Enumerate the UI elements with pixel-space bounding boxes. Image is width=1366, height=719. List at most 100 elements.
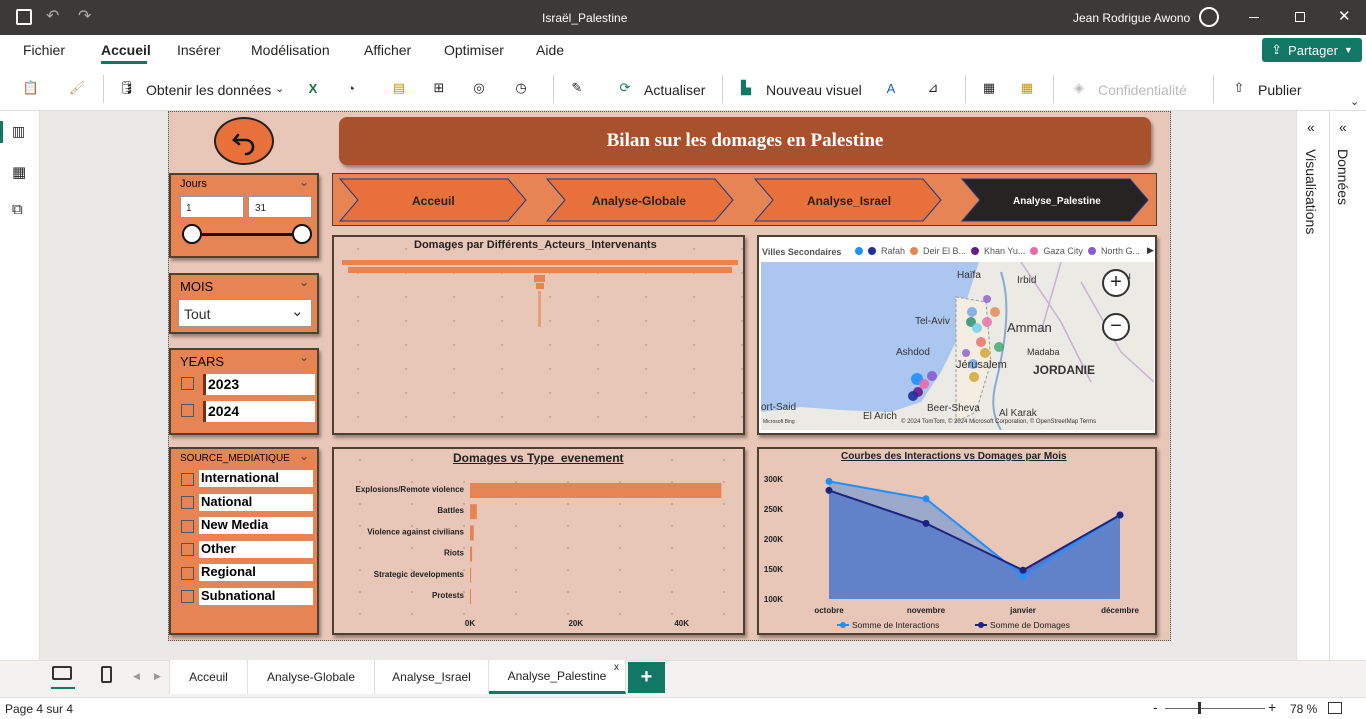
menu-accueil[interactable]: Accueil [101,42,151,58]
series-point[interactable] [1019,566,1027,574]
enter-data-icon[interactable]: ⊞ [428,77,450,99]
tab-acceuil[interactable]: Acceuil [169,660,248,694]
chevron-down-icon[interactable]: ⌄ [299,350,309,364]
event-bar[interactable] [470,546,473,562]
chevron-down-icon[interactable]: ⌄ [299,175,309,189]
series-point[interactable] [825,486,833,494]
nav-analyse-globale[interactable]: Analyse-Globale [592,194,686,208]
acteur-bar-1[interactable] [342,260,738,265]
legend-label-khan[interactable]: Khan Yu... [984,246,1025,256]
model-view-icon[interactable]: ⧉ [12,201,23,218]
report-view-icon[interactable]: ▥ [12,123,25,140]
dataflow-icon[interactable]: ◎ [468,77,490,99]
event-bar[interactable] [470,504,477,520]
format-painter-icon[interactable]: 🖌 [66,77,88,99]
source-option-new-media[interactable]: New Media [199,517,313,534]
refresh-button[interactable]: Actualiser [644,82,705,98]
chart-lines-panel[interactable]: Courbes des Interactions vs Domages par … [757,447,1157,635]
events-bar-chart[interactable]: Explosions/Remote violence Battles Violenc… [334,473,743,633]
legend-label-rafah[interactable]: Rafah [881,246,905,256]
event-bar[interactable] [470,589,471,604]
mois-dropdown[interactable]: Tout ⌄ [178,299,312,327]
source-checkbox-subnational[interactable] [181,590,194,603]
desktop-layout-icon[interactable] [52,666,72,680]
year-option-2023[interactable]: 2023 [203,374,315,395]
range-slider-max-handle[interactable] [292,224,312,244]
zoom-in-icon[interactable]: + [1268,699,1276,715]
chart-events-panel[interactable]: Domages vs Type_evenement Explosions/Rem… [332,447,745,635]
nav-analyse-israel[interactable]: Analyse_Israel [807,194,891,208]
acteur-bar-4[interactable] [536,283,544,289]
tab-analyse-israel[interactable]: Analyse_Israel [375,660,489,694]
acteur-bar-2[interactable] [348,267,732,273]
close-icon[interactable]: ✕ [1338,7,1351,25]
tab-analyse-globale[interactable]: Analyse-Globale [248,660,375,694]
new-visual-icon[interactable]: ▙ [735,77,757,99]
menu-fichier[interactable]: Fichier [23,42,65,58]
excel-icon[interactable]: X [302,77,324,99]
table-view-icon[interactable]: ▦ [12,163,26,181]
legend-label-gaza[interactable]: Gaza City [1043,246,1083,256]
expand-data-icon[interactable]: « [1339,119,1347,135]
user-avatar-icon[interactable] [1199,7,1219,27]
user-name[interactable]: Jean Rodrigue Awono [1073,11,1190,25]
source-checkbox-national[interactable] [181,496,194,509]
get-data-button[interactable]: Obtenir les données [146,82,271,98]
map-bubble-5[interactable] [982,317,992,327]
zoom-out-icon[interactable]: - [1153,699,1158,715]
collapse-ribbon-icon[interactable]: ⌄ [1350,95,1359,108]
acteur-bar-3[interactable] [534,275,545,282]
source-checkbox-new-media[interactable] [181,520,194,533]
interactions-line-chart[interactable]: 100K 150K 200K 250K 300K octobre novembre janvi… [759,463,1155,633]
source-option-international[interactable]: International [199,470,313,487]
legend-label-north[interactable]: North G... [1101,246,1140,256]
data-pane-tab[interactable]: Données [1335,149,1351,205]
series-point[interactable] [922,519,930,527]
map-bubble-7[interactable] [976,337,986,347]
chevron-down-icon[interactable]: ⌄ [275,82,284,95]
map-bubble-9[interactable] [980,348,990,358]
day-min-input[interactable]: 1 [180,196,244,218]
map-panel[interactable]: Villes Secondaires Rafah Deir El B... Kh… [757,235,1157,435]
prev-page-icon[interactable]: ◀ [133,671,140,682]
nav-acceuil[interactable]: Acceuil [412,194,455,208]
menu-modelisation[interactable]: Modélisation [251,42,330,58]
range-slider-min-handle[interactable] [182,224,202,244]
transform-icon[interactable]: ✎ [566,77,588,99]
event-bar[interactable] [470,525,474,541]
close-tab-icon[interactable]: x [614,662,619,673]
source-checkbox-regional[interactable] [181,567,194,580]
source-option-other[interactable]: Other [199,541,313,558]
save-icon[interactable] [16,9,32,25]
map-attribution[interactable]: © 2024 TomTom, © 2024 Microsoft Corporat… [901,419,1096,425]
series-point[interactable] [1116,511,1124,519]
map-bubble-2[interactable] [967,307,977,317]
quick-measure-icon[interactable]: ▦ [1016,77,1038,99]
source-checkbox-other[interactable] [181,543,194,556]
onelake-icon[interactable]: ▤ [388,77,410,99]
back-button[interactable] [214,117,274,165]
event-bar[interactable] [470,567,472,583]
legend-series-label[interactable]: Somme de Interactions [852,620,939,630]
legend-next-icon[interactable]: ▶ [1147,245,1154,256]
map-bubble-6[interactable] [972,323,982,333]
map-bubble-14[interactable] [927,371,937,381]
menu-optimiser[interactable]: Optimiser [444,42,504,58]
map-bubble-12[interactable] [969,372,979,382]
menu-aide[interactable]: Aide [536,42,564,58]
menu-afficher[interactable]: Afficher [364,42,411,58]
legend-label-deir[interactable]: Deir El B... [923,246,966,256]
year-option-2024[interactable]: 2024 [203,401,315,422]
map-zoom-in-button[interactable]: + [1102,269,1130,297]
acteur-bar-5[interactable] [538,291,541,327]
map-bubble-1[interactable] [983,295,991,303]
source-checkbox-international[interactable] [181,473,194,486]
more-visuals-icon[interactable]: ⊿ [922,77,944,99]
publish-button[interactable]: Publier [1258,82,1302,98]
event-bar[interactable] [470,483,722,498]
mobile-layout-icon[interactable] [101,666,112,683]
minimize-icon[interactable] [1249,17,1259,18]
redo-icon[interactable]: ↷ [78,6,91,26]
share-button[interactable]: ⇪ Partager ▼ [1262,38,1362,62]
chevron-down-icon[interactable]: ⌄ [299,275,309,289]
